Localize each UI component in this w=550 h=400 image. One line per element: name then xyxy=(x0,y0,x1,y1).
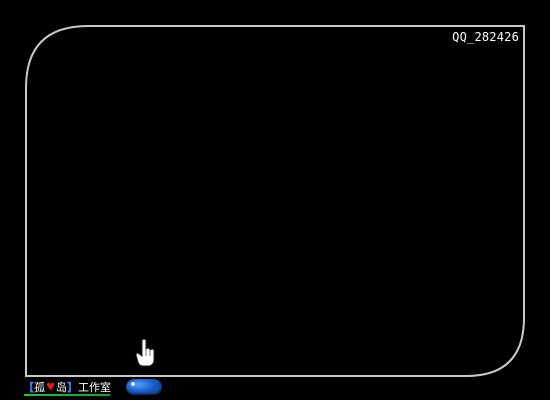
logo-suffix: 工作室 xyxy=(77,381,111,394)
rounded-frame xyxy=(25,25,525,377)
logo-name-part2: 岛 xyxy=(55,381,67,394)
flash-stage: QQ_282426 【 孤 ♥ 岛 】 工作室 xyxy=(0,0,550,400)
qq-number-label: QQ_282426 xyxy=(452,30,519,44)
heart-icon: ♥ xyxy=(46,381,55,393)
logo-name-part1: 孤 xyxy=(34,381,45,394)
studio-logo: 【 孤 ♥ 岛 】 工作室 xyxy=(23,379,111,395)
hand-pointer-icon xyxy=(135,338,155,367)
logo-bracket-close: 】 xyxy=(66,381,78,394)
logo-underline xyxy=(24,394,110,396)
logo-bracket-open: 【 xyxy=(23,381,34,394)
play-pill-button[interactable] xyxy=(126,379,162,395)
